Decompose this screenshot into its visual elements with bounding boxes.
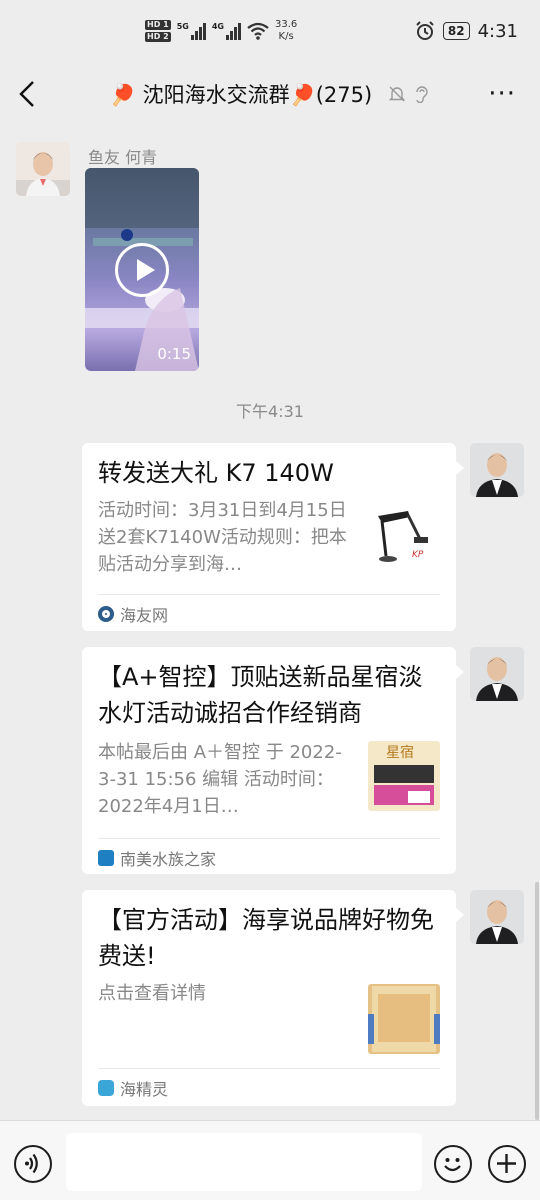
battery-indicator: 82 [442,22,470,40]
hd2-badge: HD 2 [145,32,171,42]
signal-5g-icon: 5G [177,22,206,40]
card-description: 活动时间：3月31日到4月15日送2套K7140W活动规则：把本贴活动分享到海… [98,500,347,575]
network-badges: HD 1 HD 2 [145,20,171,42]
chat-area[interactable]: 鱼友 何青 0:15 下午4:31 转发送大礼 K7 140W 活动时间：3月3… [0,126,540,1120]
emoji-button[interactable] [434,1145,472,1183]
add-button[interactable] [488,1145,526,1183]
emoji-icon [444,1158,461,1172]
card-title: 【官方活动】海享说品牌好物免费送! [98,906,434,970]
avatar-image [470,890,524,944]
signal-4g-icon: 4G [212,22,241,40]
card-source: 海精灵 [98,1076,168,1100]
status-left: HD 1 HD 2 5G 4G 33.6 K/s [145,19,297,43]
play-icon[interactable] [115,243,169,297]
back-icon[interactable] [16,80,40,108]
card-source: 海友网 [98,602,168,626]
video-duration: 0:15 [157,345,191,363]
card-description: 点击查看详情 [98,983,206,1004]
avatar-image [470,443,524,497]
chat-title-wrap: 🏓 沈阳海水交流群🏓(275) [110,79,430,109]
plus-icon [497,1154,516,1173]
avatar-image [470,647,524,701]
card-title: 【A+智控】顶贴送新品星宿淡水灯活动诚招合作经销商 [98,663,423,727]
wifi-icon [247,22,269,40]
avatar[interactable] [470,443,524,497]
card-thumbnail: 星宿 [368,741,440,811]
haijingling-logo-icon [98,1080,114,1096]
card-title: 转发送大礼 K7 140W [98,459,334,487]
chat-header: 🏓 沈阳海水交流群🏓(275) ··· [0,62,540,126]
avatar[interactable] [16,142,70,196]
ear-icon [416,86,428,103]
video-message[interactable]: 0:15 [85,168,199,371]
sender-name: 鱼友 何青 [88,148,158,167]
card-source: 南美水族之家 [98,846,216,870]
svg-text:星宿: 星宿 [386,744,414,761]
card-divider [98,1068,440,1069]
link-card-nanmei[interactable]: 【A+智控】顶贴送新品星宿淡水灯活动诚招合作经销商 本帖最后由 A＋智控 于 2… [82,647,464,874]
chat-title: 🏓 沈阳海水交流群🏓(275) [109,83,373,107]
haiyou-logo-icon [98,606,114,622]
scrollbar[interactable] [535,882,539,1120]
voice-button[interactable] [14,1145,52,1183]
clock: 4:31 [477,20,518,42]
card-description: 本帖最后由 A＋智控 于 2022-3-31 15:56 编辑 活动时间：202… [98,742,342,817]
status-bar: HD 1 HD 2 5G 4G 33.6 K/s 82 4:31 [0,0,540,62]
card-source-name: 海友网 [120,606,169,625]
input-bar [0,1120,540,1200]
network-speed: 33.6 K/s [274,19,298,42]
card-source-name: 南美水族之家 [120,850,217,869]
svg-text:KP: KP [412,550,424,560]
voice-icon [25,1153,38,1174]
status-right: 82 4:31 [415,21,518,42]
card-thumbnail [368,984,440,1054]
card-source-name: 海精灵 [120,1080,169,1099]
message-timestamp: 下午4:31 [236,402,304,421]
alarm-icon [416,21,434,40]
link-card-haiyou[interactable]: 转发送大礼 K7 140W 活动时间：3月31日到4月15日送2套K7140W活… [82,443,464,631]
more-options-button[interactable]: ··· [488,81,516,107]
hd1-badge: HD 1 [145,20,171,30]
card-thumbnail: KP [368,501,440,571]
avatar[interactable] [470,647,524,701]
link-card-haijingling[interactable]: 【官方活动】海享说品牌好物免费送! 点击查看详情 海精灵 [82,890,464,1106]
avatar[interactable] [470,890,524,944]
nanmei-logo-icon [98,850,114,866]
bell-muted-icon [389,86,406,102]
card-divider [98,838,440,839]
card-divider [98,594,440,595]
avatar-image [16,142,70,196]
message-input[interactable] [66,1133,422,1191]
